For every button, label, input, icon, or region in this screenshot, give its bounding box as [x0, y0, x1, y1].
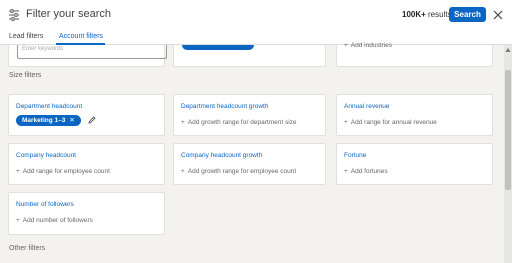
results-number: 100K+ [402, 10, 426, 19]
marketing-chip-label: Marketing 1–3 [22, 117, 66, 124]
plus-icon: + [16, 217, 20, 224]
close-icon[interactable] [492, 9, 504, 21]
company-growth-card: Company headcount growth + Add growth ran… [173, 143, 326, 185]
annual-revenue-card: Annual revenue + Add range for annual rev… [336, 94, 493, 136]
annual-revenue-title: Annual revenue [344, 103, 390, 110]
add-fortunes-label: Add fortunes [350, 168, 388, 175]
filter-header: Filter your search 100K+ results Search [0, 0, 512, 30]
followers-title: Number of followers [16, 201, 74, 208]
add-company-growth-label: Add growth range for employee count [187, 168, 297, 175]
search-button[interactable]: Search [449, 7, 486, 22]
add-followers-label: Add number of followers [22, 217, 93, 224]
plus-icon: + [344, 119, 348, 126]
keywords-placeholder: Enter keywords [22, 46, 64, 52]
scroll-thumb[interactable] [505, 70, 511, 190]
plus-icon: + [181, 119, 185, 126]
filter-tabs: Lead filters Account filters [0, 30, 512, 45]
plus-icon: + [181, 168, 185, 175]
plus-icon: + [344, 42, 348, 49]
followers-card: Number of followers + Add number of follo… [8, 192, 165, 235]
department-growth-card: Department headcount growth + Add growth … [173, 94, 326, 136]
fortune-title: Fortune [344, 152, 367, 159]
chip-remove-icon[interactable]: ✕ [69, 117, 74, 124]
tab-lead-filters[interactable]: Lead filters [9, 33, 43, 40]
results-count: 100K+ results [402, 10, 452, 19]
add-fortunes-button[interactable]: + Add fortunes [344, 168, 388, 175]
other-filters-heading: Other filters [9, 245, 46, 252]
filter-icon [9, 9, 19, 21]
department-growth-title: Department headcount growth [181, 103, 269, 110]
selected-filter-card [173, 45, 326, 67]
page-title: Filter your search [26, 8, 111, 20]
size-filters-heading: Size filters [9, 72, 42, 79]
add-followers-button[interactable]: + Add number of followers [16, 217, 93, 224]
keywords-input[interactable]: Enter keywords [17, 45, 167, 59]
company-growth-title: Company headcount growth [181, 152, 263, 159]
company-headcount-title: Company headcount [16, 152, 76, 159]
add-department-growth-label: Add growth range for department size [187, 119, 297, 126]
plus-icon: + [16, 168, 20, 175]
add-employee-count-label: Add range for employee count [22, 168, 110, 175]
fortune-card: Fortune + Add fortunes [336, 143, 493, 185]
keywords-card: Enter keywords [8, 45, 167, 67]
scroll-up-icon[interactable] [505, 47, 511, 53]
add-department-growth-button[interactable]: + Add growth range for department size [181, 119, 297, 126]
company-headcount-card: Company headcount + Add range for employe… [8, 143, 165, 185]
tab-account-filters[interactable]: Account filters [59, 33, 103, 40]
add-employee-count-button[interactable]: + Add range for employee count [16, 168, 110, 175]
results-suffix: results [425, 10, 452, 19]
add-annual-revenue-button[interactable]: + Add range for annual revenue [344, 119, 437, 126]
marketing-chip[interactable]: Marketing 1–3 ✕ [16, 115, 81, 126]
plus-icon: + [344, 168, 348, 175]
department-headcount-card: Department headcount Marketing 1–3 ✕ [8, 94, 165, 136]
add-company-growth-button[interactable]: + Add growth range for employee count [181, 168, 296, 175]
add-industries-button[interactable]: + Add industries [344, 42, 392, 49]
add-industries-label: Add industries [350, 42, 392, 49]
industry-card: + Add industries [336, 42, 493, 67]
pencil-icon[interactable] [88, 116, 96, 124]
add-annual-revenue-label: Add range for annual revenue [350, 119, 437, 126]
department-headcount-title: Department headcount [16, 103, 83, 110]
selected-filter-chip[interactable] [182, 45, 254, 50]
